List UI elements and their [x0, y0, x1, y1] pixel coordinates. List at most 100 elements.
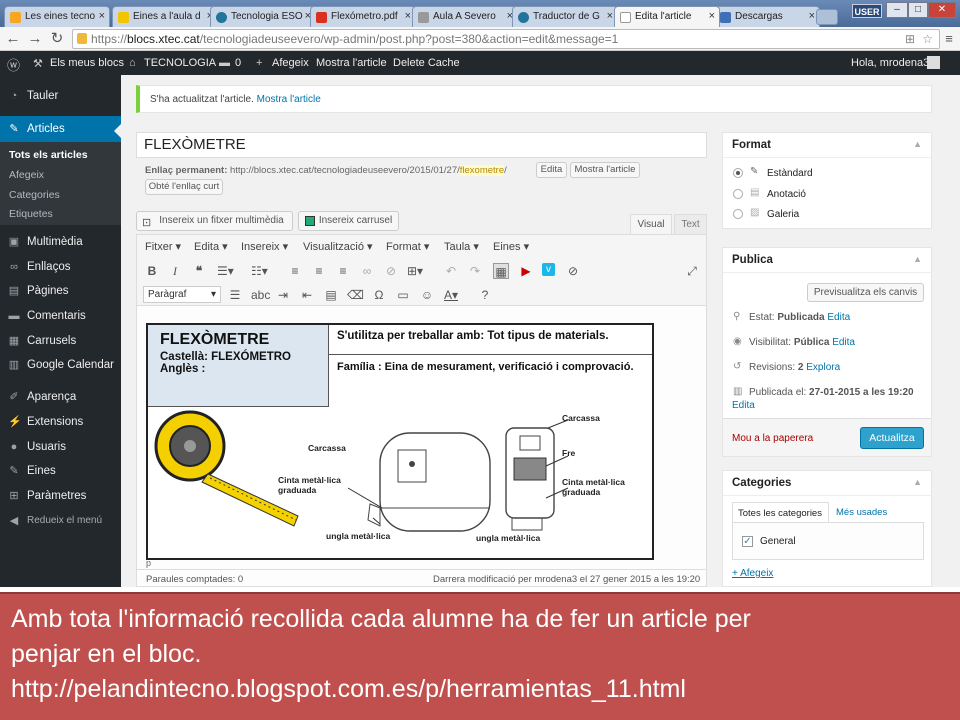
avatar[interactable]: [927, 56, 940, 69]
sidebar-item-articles[interactable]: ✎ Articles: [0, 116, 121, 142]
submenu-tags[interactable]: Etiquetes: [9, 208, 53, 220]
comments-count[interactable]: 0: [235, 57, 241, 69]
format-option-aside[interactable]: Anotació: [767, 189, 806, 200]
close-tab-icon[interactable]: ×: [99, 10, 105, 22]
menu-file[interactable]: Fitxer ▾: [145, 240, 181, 253]
edit-permalink-button[interactable]: Edita: [536, 162, 567, 178]
user-badge[interactable]: USER: [852, 4, 882, 18]
my-sites-link[interactable]: Els meus blocs: [50, 57, 124, 69]
tab-all-categories[interactable]: Totes les categories: [732, 502, 829, 522]
maximize-window-button[interactable]: □: [908, 2, 928, 18]
align-right-icon[interactable]: ≡: [335, 263, 351, 279]
clear-format-icon[interactable]: ⌫: [347, 287, 364, 303]
browse-revisions-link[interactable]: Explora: [806, 362, 840, 373]
preview-changes-button[interactable]: Previsualitza els canvis: [807, 283, 924, 302]
close-tab-icon[interactable]: ×: [709, 10, 715, 22]
new-tab-button[interactable]: [816, 9, 838, 25]
browser-menu-icon[interactable]: ≡: [940, 30, 958, 48]
menu-format[interactable]: Format ▾: [386, 240, 429, 253]
view-post-link[interactable]: Mostra l'article: [316, 57, 387, 69]
menu-insert[interactable]: Insereix ▾: [241, 240, 288, 253]
sidebar-item-media[interactable]: ▣ Multimèdia: [0, 230, 121, 254]
page-break-icon[interactable]: ▭: [395, 287, 411, 303]
close-tab-icon[interactable]: ×: [809, 10, 815, 22]
blockquote-icon[interactable]: ❝: [191, 263, 207, 279]
insert-carousel-button[interactable]: Insereix carrusel: [298, 211, 399, 231]
collapse-arrow-icon[interactable]: ▲: [913, 139, 922, 149]
radio-gallery[interactable]: [733, 209, 743, 219]
sidebar-item-google-calendar[interactable]: ▥ Google Calendar: [0, 353, 121, 377]
browser-tab-active[interactable]: Edita l'article ×: [614, 6, 720, 27]
redo-icon[interactable]: ↷: [467, 263, 483, 279]
radio-aside[interactable]: [733, 189, 743, 199]
permalink-slug[interactable]: flexometre: [459, 165, 505, 176]
compass-icon[interactable]: ⊘: [565, 263, 581, 279]
sidebar-item-plugins[interactable]: ⚡ Extensions: [0, 410, 121, 434]
menu-table[interactable]: Taula ▾: [444, 240, 479, 253]
strikethrough-icon[interactable]: abc: [251, 287, 270, 303]
sidebar-item-comments[interactable]: ▬ Comentaris: [0, 304, 121, 328]
sidebar-item-tools[interactable]: ✎ Eines: [0, 459, 121, 483]
bold-icon[interactable]: B: [144, 263, 160, 279]
tab-text[interactable]: Text: [674, 214, 707, 234]
forward-arrow-icon[interactable]: →: [26, 30, 44, 48]
format-select[interactable]: Paràgraf ▾: [143, 286, 221, 303]
format-option-standard[interactable]: Estàndard: [767, 168, 813, 179]
vimeo-icon[interactable]: v: [542, 263, 555, 276]
bookmark-star-icon[interactable]: ☆: [922, 30, 933, 48]
collapse-menu-button[interactable]: ◀ Redueix el menú: [0, 509, 121, 533]
submenu-categories[interactable]: Categories: [9, 189, 60, 201]
link-icon[interactable]: ∞: [359, 263, 375, 279]
browser-tab[interactable]: Traductor de G ×: [512, 6, 618, 27]
add-media-button[interactable]: ⊡ Insereix un fitxer multimèdia: [136, 211, 293, 231]
view-post-button[interactable]: Mostra l'article: [570, 162, 640, 178]
submenu-all-articles[interactable]: Tots els articles: [9, 149, 88, 161]
url-input[interactable]: https://blocs.xtec.cat/tecnologiadeuseev…: [72, 29, 940, 49]
browser-tab[interactable]: Descargas ×: [714, 6, 820, 27]
post-title-input[interactable]: FLEXÒMETRE: [136, 132, 707, 158]
update-button[interactable]: Actualitza: [860, 427, 924, 449]
menu-view[interactable]: Visualització ▾: [303, 240, 373, 253]
collapse-arrow-icon[interactable]: ▲: [913, 254, 922, 264]
delete-cache-link[interactable]: Delete Cache: [393, 57, 460, 69]
edit-status-link[interactable]: Edita: [827, 312, 850, 323]
sidebar-item-pages[interactable]: ▤ Pàgines: [0, 279, 121, 303]
move-to-trash-link[interactable]: Mou a la paperera: [732, 433, 813, 444]
toolbar-toggle-icon[interactable]: ▦: [493, 263, 509, 279]
notice-view-link[interactable]: Mostra l'article: [257, 94, 321, 105]
edit-visibility-link[interactable]: Edita: [832, 337, 855, 348]
new-content-link[interactable]: Afegeix: [272, 57, 309, 69]
close-tab-icon[interactable]: ×: [405, 10, 411, 22]
comments-icon[interactable]: ▬: [219, 57, 230, 69]
edit-date-link[interactable]: Edita: [732, 400, 755, 411]
sidebar-item-settings[interactable]: ⊞ Paràmetres: [0, 484, 121, 508]
site-link[interactable]: TECNOLOGIA: [144, 57, 216, 69]
browser-tab[interactable]: Aula A Severo ×: [412, 6, 518, 27]
fullscreen-icon[interactable]: ⤢: [684, 263, 700, 279]
collapse-arrow-icon[interactable]: ▲: [913, 477, 922, 487]
menu-edit[interactable]: Edita ▾: [194, 240, 228, 253]
tab-most-used[interactable]: Més usades: [836, 507, 887, 518]
submenu-add[interactable]: Afegeix: [9, 169, 44, 181]
permalink-base[interactable]: http://blocs.xtec.cat/tecnologiadeuseeve…: [230, 165, 460, 176]
bullet-list-icon[interactable]: ☰▾: [217, 263, 234, 279]
menu-tools[interactable]: Eines ▾: [493, 240, 529, 253]
browser-tab[interactable]: Les eines tecno ×: [4, 6, 110, 27]
reload-icon[interactable]: ↻: [48, 30, 66, 48]
outdent-icon[interactable]: ⇤: [299, 287, 315, 303]
sidebar-item-appearance[interactable]: ✐ Aparença: [0, 385, 121, 409]
browser-tab[interactable]: Flexómetro.pdf ×: [310, 6, 416, 27]
browser-tab[interactable]: Eines a l'aula d×: [112, 6, 218, 27]
help-icon[interactable]: ?: [477, 287, 493, 303]
close-tab-icon[interactable]: ×: [607, 10, 613, 22]
undo-icon[interactable]: ↶: [443, 263, 459, 279]
category-checkbox-general[interactable]: ✓: [742, 536, 753, 547]
horizontal-rule-icon[interactable]: ☰: [227, 287, 243, 303]
indent-icon[interactable]: ⇥: [275, 287, 291, 303]
sidebar-item-dashboard[interactable]: ◔ Tauler: [0, 84, 121, 108]
add-category-link[interactable]: + Afegeix: [732, 568, 773, 579]
text-color-icon[interactable]: A▾: [443, 287, 459, 303]
align-left-icon[interactable]: ≡: [287, 263, 303, 279]
close-window-button[interactable]: ✕: [928, 2, 956, 18]
wordpress-logo-icon[interactable]: ⓦ: [7, 55, 20, 74]
